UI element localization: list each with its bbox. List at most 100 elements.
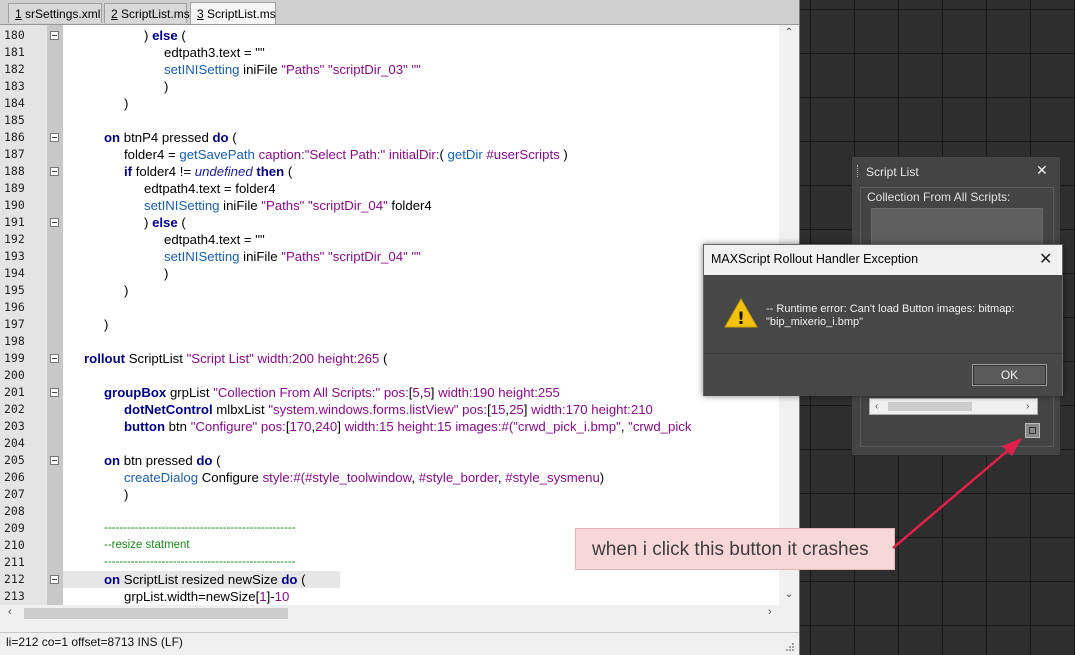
code-line: edtpath4.text = "": [164, 232, 265, 247]
code-token: dotNetControl: [124, 402, 213, 417]
code-token: mlbxList: [212, 402, 269, 417]
scroll-left-arrow-icon[interactable]: ‹: [8, 606, 12, 618]
dialog-title: MAXScript Rollout Handler Exception: [711, 252, 919, 266]
tab-scriptlist-ms-3[interactable]: 3 ScriptList.ms: [190, 2, 276, 24]
code-token: initialDir:: [388, 147, 440, 162]
code-token: height:: [317, 351, 358, 366]
code-line: --resize statment: [104, 539, 190, 551]
fold-toggle-icon[interactable]: [50, 388, 59, 397]
line-number: 186: [4, 130, 25, 144]
listview-scroll-thumb[interactable]: [888, 402, 972, 411]
code-token: 210: [630, 402, 653, 417]
code-token: Configure: [198, 470, 263, 485]
line-number: 183: [4, 79, 25, 93]
code-token: pos:: [383, 385, 409, 400]
code-token: do: [281, 572, 298, 587]
listview-horizontal-scrollbar[interactable]: ‹ ›: [869, 398, 1038, 415]
code-token: "scriptDir_03": [328, 62, 408, 77]
code-line: ): [104, 317, 109, 332]
configure-button[interactable]: [1025, 423, 1040, 438]
code-line: on ScriptList resized newSize do (: [104, 571, 306, 588]
code-token: "scriptDir_04": [308, 198, 388, 213]
code-token: getDir: [447, 147, 483, 162]
code-token: "": [411, 249, 421, 264]
code-token: on: [104, 572, 121, 587]
code-token: "Paths": [261, 198, 305, 213]
fold-toggle-icon[interactable]: [50, 218, 59, 227]
code-line: ) else (: [144, 27, 186, 44]
line-number: 211: [4, 555, 25, 569]
fold-toggle-icon[interactable]: [50, 456, 59, 465]
editor-tab-bar: 1 srSettings.xml 2 ScriptList.ms 3 Scrip…: [0, 0, 799, 25]
dialog-body: ! -- Runtime error: Can't load Button im…: [704, 275, 1062, 353]
code-token: 5: [423, 385, 431, 400]
ok-button[interactable]: OK: [972, 364, 1047, 386]
resize-grip-icon[interactable]: [785, 642, 795, 652]
code-token: (: [212, 453, 221, 468]
line-number: 212: [4, 572, 25, 586]
tab-scriptlist-ms-2[interactable]: 2 ScriptList.ms: [104, 3, 190, 23]
fold-toggle-icon[interactable]: [50, 133, 59, 142]
line-number: 207: [4, 487, 25, 501]
code-token: caption:: [258, 147, 305, 162]
line-number: 201: [4, 385, 25, 399]
code-token: #style_toolwindow: [305, 470, 412, 485]
warning-glyph: !: [737, 309, 745, 329]
code-token: button: [124, 419, 166, 434]
scroll-up-arrow-icon[interactable]: ⌃: [784, 27, 794, 38]
code-token: rollout: [84, 351, 126, 366]
line-number: 210: [4, 538, 25, 552]
code-token: groupBox: [104, 385, 167, 400]
code-token: "Paths": [281, 62, 325, 77]
code-token: 15: [379, 419, 394, 434]
code-token: grpList.width=newSize[: [124, 589, 260, 604]
code-token: on: [104, 130, 121, 145]
code-token: width:: [531, 402, 566, 417]
close-icon[interactable]: ✕: [1036, 162, 1048, 179]
code-token: "crwd_pick: [628, 419, 692, 434]
horizontal-scroll-thumb[interactable]: [24, 608, 288, 619]
code-line: on btn pressed do (: [104, 452, 221, 469]
code-token: width:: [438, 385, 473, 400]
code-token: btn pressed: [120, 453, 197, 468]
line-number: 188: [4, 164, 25, 178]
code-line: ----------------------------------------…: [104, 556, 296, 568]
code-token: 5: [412, 385, 420, 400]
code-token: else: [152, 215, 178, 230]
horizontal-scrollbar[interactable]: ‹ ›: [0, 605, 779, 622]
scroll-right-arrow-icon[interactable]: ›: [768, 606, 772, 618]
line-number: 190: [4, 198, 25, 212]
tab-srsettings-xml[interactable]: 1 srSettings.xml: [8, 3, 102, 23]
code-token: 170: [289, 419, 312, 434]
code-token: "Script List": [186, 351, 254, 366]
tab-key: 1: [15, 7, 22, 21]
scroll-right-arrow-icon[interactable]: ›: [1026, 399, 1029, 414]
rollout-title: Script List: [866, 165, 919, 179]
code-token: 15: [436, 419, 452, 434]
code-token: btnP4 pressed: [120, 130, 213, 145]
code-token: #style_sysmenu: [505, 470, 600, 485]
code-token: #(: [293, 470, 306, 485]
line-number: 204: [4, 436, 25, 450]
code-line: createDialog Configure style:#(#style_to…: [124, 469, 604, 486]
drag-grip-icon[interactable]: [857, 165, 861, 177]
fold-toggle-icon[interactable]: [50, 167, 59, 176]
fold-toggle-icon[interactable]: [50, 31, 59, 40]
fold-toggle-icon[interactable]: [50, 575, 59, 584]
line-number: 209: [4, 521, 25, 535]
close-icon[interactable]: ✕: [1039, 249, 1052, 269]
fold-toggle-icon[interactable]: [50, 354, 59, 363]
groupbox-label: Collection From All Scripts:: [867, 190, 1011, 204]
code-token: btn: [165, 419, 191, 434]
scroll-left-arrow-icon[interactable]: ‹: [875, 399, 878, 414]
annotation-text: when i click this button it crashes: [592, 539, 869, 560]
code-line: rollout ScriptList "Script List" width:2…: [84, 350, 387, 367]
code-token: iniFile: [219, 198, 262, 213]
code-line: groupBox grpList "Collection From All Sc…: [104, 384, 560, 401]
code-token: width:: [344, 419, 380, 434]
line-number: 202: [4, 402, 25, 416]
code-token: 170: [565, 402, 588, 417]
code-text-area[interactable]: ) else (edtpath3.text = "" setINISetting …: [63, 25, 779, 605]
scroll-down-arrow-icon[interactable]: ⌄: [784, 589, 794, 600]
error-message-line1: -- Runtime error: Can't load Button imag…: [766, 303, 1015, 315]
